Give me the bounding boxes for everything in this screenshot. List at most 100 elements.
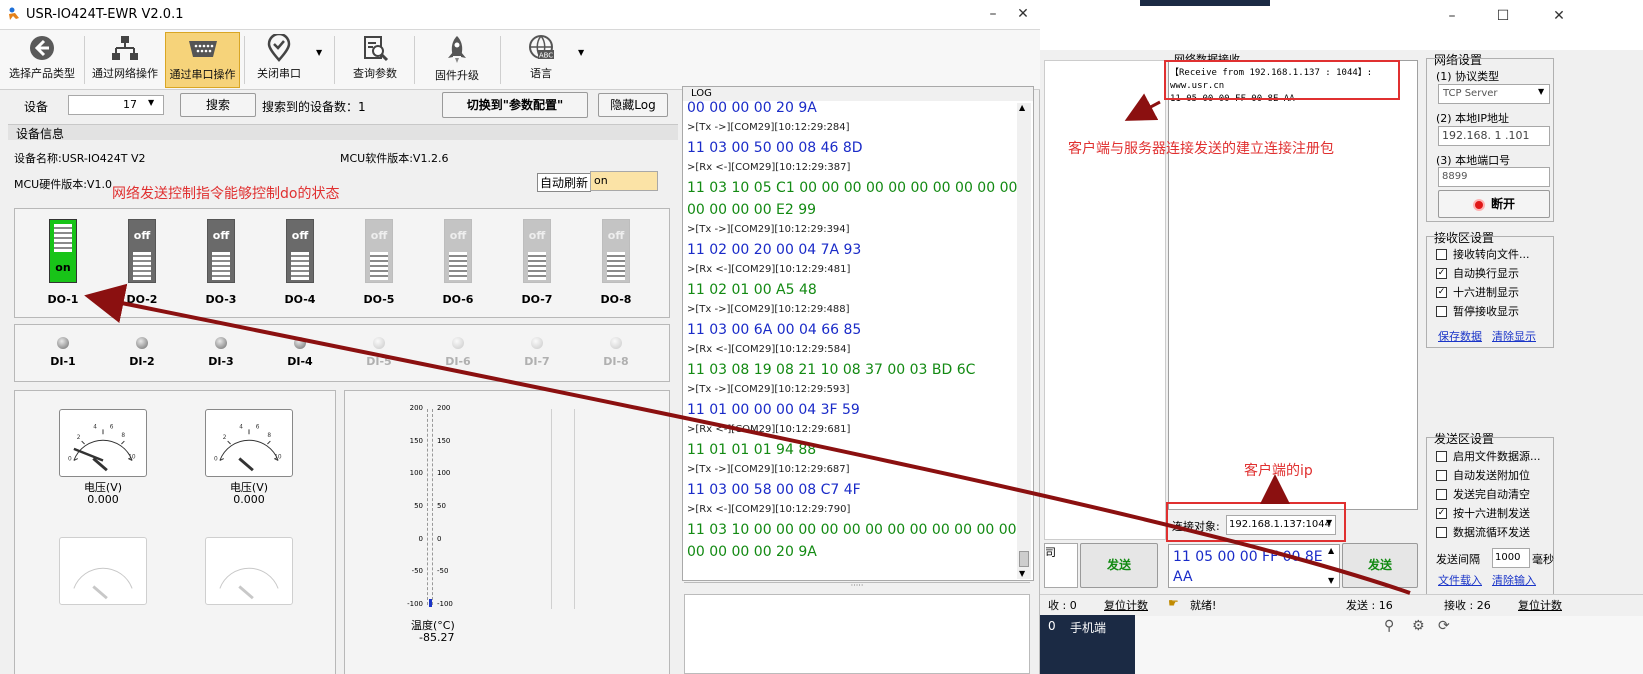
local-port-input[interactable]: 8899 — [1438, 167, 1550, 187]
firmware-upgrade-button[interactable]: 固件升级 — [426, 32, 488, 88]
checkbox[interactable] — [1436, 489, 1447, 500]
svg-text:10: 10 — [128, 455, 136, 461]
checkbox-option[interactable]: ✓ 十六进制显示 — [1436, 284, 1519, 300]
switch-config-button[interactable]: 切换到"参数配置" — [442, 92, 588, 118]
log-line: 11 03 00 50 00 08 46 8D — [687, 140, 863, 156]
query-params-button[interactable]: 查询参数 — [344, 32, 406, 88]
settings-icon[interactable]: ⚙ — [1412, 618, 1425, 634]
close-serial-button[interactable]: 关闭串口 — [248, 32, 310, 88]
reload-icon[interactable]: ⟳ — [1438, 618, 1450, 634]
target-value: 192.168.1.137:1044 — [1229, 519, 1331, 530]
minimize-button[interactable]: – — [984, 6, 1002, 22]
disabled-gauge-3 — [59, 537, 147, 605]
scroll-thumb[interactable] — [1019, 551, 1029, 567]
checkbox-option[interactable]: 接收转向文件... — [1436, 246, 1530, 262]
chevron-down-icon[interactable]: ▼ — [148, 98, 154, 107]
do-switch-2[interactable]: off — [128, 219, 156, 283]
left-send-button[interactable]: 发送 — [1080, 543, 1158, 588]
checkbox[interactable] — [1436, 249, 1447, 260]
clear-input-link[interactable]: 清除输入 — [1492, 572, 1536, 588]
protocol-label: (1) 协议类型 — [1436, 70, 1500, 83]
svg-text:ABC: ABC — [539, 52, 553, 60]
select-product-type-button[interactable]: 选择产品类型 — [4, 32, 80, 88]
left-send-input[interactable]: 司 — [1044, 543, 1078, 588]
toolbar-label: 固件升级 — [435, 69, 479, 82]
do-label: DO-7 — [521, 293, 553, 306]
do-switch-4[interactable]: off — [286, 219, 314, 283]
chevron-down-icon[interactable]: ▼ — [1538, 87, 1544, 96]
checkbox[interactable]: ✓ — [1436, 508, 1447, 519]
checkbox-label: 自动发送附加位 — [1453, 469, 1530, 482]
do-switch-6[interactable]: off — [444, 219, 472, 283]
checkbox-option[interactable]: ✓ 按十六进制发送 — [1436, 505, 1530, 521]
svg-text:8: 8 — [121, 433, 125, 439]
thermo-tick-label: 150 — [409, 436, 423, 445]
close-icon[interactable]: ✕ — [1550, 8, 1568, 24]
scroll-down-icon[interactable]: ▼ — [1328, 576, 1334, 585]
log-line: 00 00 00 00 20 9A — [687, 100, 817, 116]
reset-count-button[interactable]: 复位计数 — [1518, 597, 1562, 613]
do-switch-1[interactable]: on — [49, 219, 77, 283]
do-label: DO-8 — [600, 293, 632, 306]
protocol-select[interactable]: TCP Server — [1438, 84, 1550, 104]
send-interval-input[interactable]: 1000 — [1492, 548, 1530, 568]
serial-operate-button[interactable]: 通过串口操作 — [165, 32, 240, 88]
checkbox[interactable]: ✓ — [1436, 287, 1447, 298]
save-data-link[interactable]: 保存数据 — [1438, 328, 1482, 344]
scroll-down-icon[interactable]: ▼ — [1019, 569, 1025, 578]
svg-text:0: 0 — [214, 456, 218, 462]
language-button[interactable]: ABC 语言 — [510, 32, 572, 88]
do-switch-3[interactable]: off — [207, 219, 235, 283]
chevron-down-icon[interactable]: ▼ — [578, 48, 584, 57]
file-load-link[interactable]: 文件载入 — [1438, 572, 1482, 588]
checkbox[interactable]: ✓ — [1436, 268, 1447, 279]
checkbox[interactable] — [1436, 451, 1447, 462]
auto-refresh-toggle[interactable]: on — [590, 171, 658, 191]
search-button[interactable]: 搜索 — [180, 93, 256, 117]
search-icon[interactable]: ⚲ — [1384, 618, 1394, 634]
clear-display-link[interactable]: 清除显示 — [1492, 328, 1536, 344]
local-ip-input[interactable]: 192.168. 1 .101 — [1438, 126, 1550, 146]
checkbox-option[interactable]: 自动发送附加位 — [1436, 467, 1530, 483]
checkbox-option[interactable]: 数据流循环发送 — [1436, 524, 1530, 540]
hide-log-button[interactable]: 隐藏Log — [598, 93, 668, 117]
do-switch-8[interactable]: off — [602, 219, 630, 283]
do-switch-5[interactable]: off — [365, 219, 393, 283]
scroll-up-icon[interactable]: ▲ — [1019, 103, 1025, 112]
minimize-button[interactable]: – — [1443, 8, 1461, 24]
serial-port-icon — [188, 41, 217, 57]
log-scrollbar[interactable]: ▲ ▼ — [1017, 103, 1031, 579]
target-select[interactable]: 192.168.1.137:1044 — [1226, 515, 1336, 535]
close-icon[interactable]: ✕ — [1014, 6, 1032, 22]
send-input[interactable]: 11 05 00 00 FF 00 8E AA — [1168, 544, 1340, 588]
checkbox-option[interactable]: ✓ 自动换行显示 — [1436, 265, 1519, 281]
checkbox-option[interactable]: 暂停接收显示 — [1436, 303, 1519, 319]
do-switch-state: off — [528, 228, 546, 242]
thermo-tick-label: -100 — [407, 600, 423, 608]
log-line: >[Rx <-][COM29][10:12:29:481] — [687, 264, 851, 275]
network-operate-button[interactable]: 通过网络操作 — [88, 32, 162, 88]
scroll-up-icon[interactable]: ▲ — [1328, 546, 1334, 555]
left-reset-count-button[interactable]: 复位计数 — [1104, 597, 1148, 613]
mcu-hardware-version: MCU硬件版本:V1.0 — [14, 178, 112, 191]
svg-text:6: 6 — [110, 424, 114, 430]
taskbar-strip: 0 手机端 — [1040, 615, 1135, 674]
do-switch-7[interactable]: off — [523, 219, 551, 283]
checkbox[interactable] — [1436, 470, 1447, 481]
disconnect-button[interactable]: 断开 — [1438, 190, 1550, 218]
local-ip-label: (2) 本地IP地址 — [1436, 112, 1509, 125]
log-line: 11 03 10 05 C1 00 00 00 00 00 00 00 00 0… — [687, 180, 1018, 196]
checkbox[interactable] — [1436, 527, 1447, 538]
do-label: DO-1 — [47, 293, 79, 306]
chevron-down-icon[interactable]: ▼ — [1326, 518, 1332, 527]
splitter[interactable]: ····· — [684, 582, 1030, 590]
maximize-button[interactable]: ☐ — [1494, 8, 1512, 24]
checkbox-option[interactable]: 启用文件数据源... — [1436, 448, 1541, 464]
checkbox[interactable] — [1436, 306, 1447, 317]
thermo-tube — [427, 409, 433, 605]
checkbox-option[interactable]: 发送完自动清空 — [1436, 486, 1530, 502]
log-panel: LOG 00 00 00 00 20 9A >[Tx ->][COM29][10:… — [682, 86, 1034, 581]
chevron-down-icon[interactable]: ▼ — [316, 48, 322, 57]
send-button[interactable]: 发送 — [1342, 543, 1418, 588]
window-title: USR-IO424T-EWR V2.0.1 — [26, 7, 184, 22]
